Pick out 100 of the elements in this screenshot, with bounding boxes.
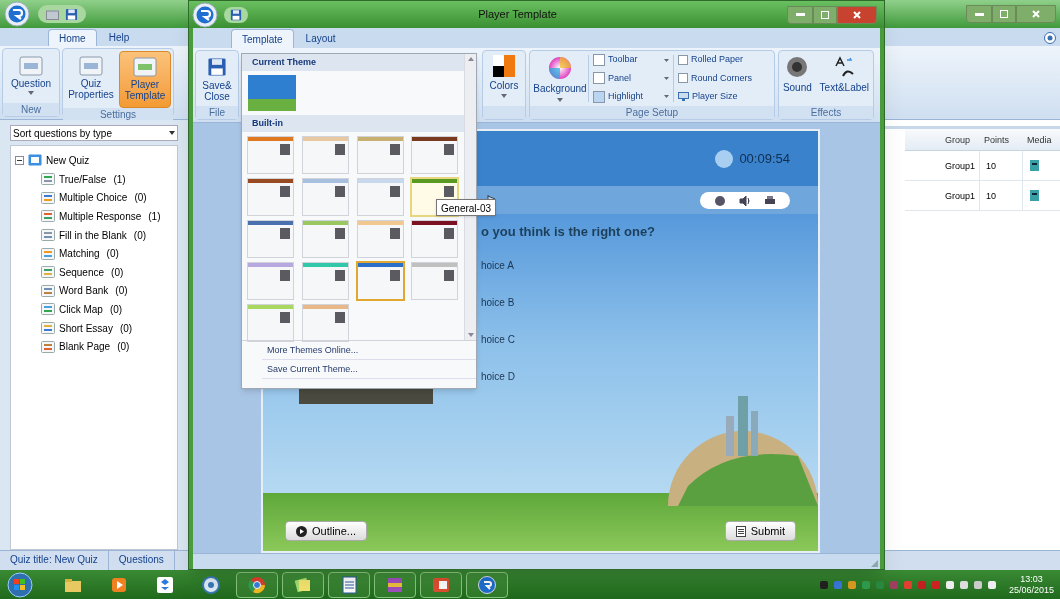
section-header: Current Theme [242,54,464,71]
collapse-icon[interactable] [15,155,24,165]
answer-choice[interactable]: hoice A [481,257,514,271]
resize-grip-icon[interactable] [870,559,879,568]
taskbar-button[interactable] [328,571,370,598]
printer-icon[interactable] [763,194,776,206]
app-logo[interactable] [192,1,218,28]
maximize-button[interactable] [813,5,837,24]
color-squares-icon [493,55,515,77]
group-label-area [483,106,525,119]
tray-icon[interactable] [846,579,857,590]
question-type-icon [41,229,55,242]
taskbar-button[interactable] [420,571,462,598]
tree-item[interactable]: Word Bank [59,283,109,299]
close-icon [1032,10,1040,18]
help-icon[interactable] [1044,32,1056,44]
tree-item[interactable]: Click Map [59,301,103,317]
checkbox[interactable] [678,73,688,84]
scroll-down-icon[interactable] [467,333,474,337]
tree-item[interactable]: New Quiz [46,152,90,168]
outline-button[interactable]: Outline... [285,521,368,541]
scroll-up-icon[interactable] [467,57,474,61]
ribbon-button[interactable]: Text&Label [819,56,870,106]
column-header[interactable]: Group [905,129,980,150]
theme-thumbnail[interactable] [248,75,296,111]
question-type-icon [41,322,55,335]
question-type-icon [41,340,55,353]
speaker-icon[interactable] [739,194,751,206]
restore-icon [821,10,829,19]
color-option[interactable]: Toolbar [593,53,669,67]
tray-icon[interactable] [986,579,997,590]
ribbon-tab[interactable]: Help [98,29,140,46]
ribbon-button[interactable]: Quiz Properties [65,51,117,108]
checkbox[interactable] [678,55,688,66]
maximize-button[interactable] [992,5,1016,23]
close-icon [853,10,861,19]
tree-item[interactable]: True/False [59,171,107,187]
tree-item[interactable]: Fill in the Blank [59,227,127,243]
taskbar-button[interactable] [374,571,416,598]
question-type-icon [41,210,55,223]
menu-item[interactable]: More Themes Online... [262,341,476,360]
menu-item[interactable]: Save Current Theme... [262,360,476,379]
tree-item[interactable]: Short Essay [59,320,113,336]
tray-icon[interactable] [818,579,829,590]
ribbon-button[interactable]: Player Template [119,51,171,108]
color-option[interactable]: Panel [593,71,669,86]
question-type-icon [41,247,55,260]
tree-item[interactable]: Matching [59,246,100,262]
tray-icon[interactable] [944,579,955,590]
item-count: (0) [115,284,128,299]
taskbar-button[interactable] [282,571,324,598]
caret-icon [169,131,175,135]
table-cell: 10 [980,181,1023,210]
tree-item[interactable]: Multiple Response [59,209,142,224]
minimize-icon [974,12,984,16]
disc-icon [201,574,221,595]
window-title: Player Template [477,7,558,23]
minimize-button[interactable] [966,5,992,23]
tray-icon[interactable] [958,579,969,590]
tray-icon[interactable] [972,579,983,590]
ribbon-tab[interactable]: Template [231,29,294,48]
box-icon [155,574,175,595]
timer-icon [715,149,734,168]
taskbar-button[interactable] [466,571,508,598]
tree-item[interactable]: Multiple Choice [59,190,128,206]
tree-item[interactable]: Sequence [59,264,105,280]
clock[interactable]: 13:03 25/06/2015 [1008,573,1054,596]
start-button[interactable] [6,571,34,598]
color-option[interactable]: Highlight [593,90,669,104]
answer-choice[interactable]: hoice B [481,294,515,308]
column-header[interactable]: Points [980,129,1023,150]
ribbon-button[interactable]: Question [5,51,57,103]
background-button[interactable]: Background [532,51,588,106]
answer-choice[interactable]: hoice D [481,368,515,382]
table-cell: Group1 [905,151,980,180]
tree-item[interactable]: Blank Page [59,339,111,355]
save-close-button[interactable]: Save& Close [196,51,238,106]
save-icon [207,57,227,77]
submit-button[interactable]: Submit [724,521,796,541]
app-logo[interactable] [4,1,30,27]
item-count: (0) [134,191,147,206]
ribbon-button[interactable]: Sound [782,56,812,106]
minimize-button[interactable] [787,5,813,24]
colors-button[interactable]: Colors [483,51,525,106]
sort-select[interactable]: Sort questions by type [10,125,178,141]
speaker-icon [786,56,809,78]
ribbon-tab[interactable]: Layout [295,29,346,48]
group-label: Effects [779,106,873,119]
close-button[interactable] [1016,5,1056,23]
column-header[interactable]: Media [1023,129,1060,150]
ribbon-tab[interactable]: Home [48,29,97,46]
player-size-button[interactable]: Player Size [678,90,768,104]
answer-choice[interactable]: hoice C [481,331,515,345]
item-count: (0) [117,340,130,355]
monitor-icon [678,92,689,102]
taskbar-button[interactable] [236,571,278,598]
restore-icon [1000,10,1008,18]
ribbon-item-icon [132,55,158,79]
close-button[interactable] [837,5,877,24]
round-logo-icon [247,574,267,595]
